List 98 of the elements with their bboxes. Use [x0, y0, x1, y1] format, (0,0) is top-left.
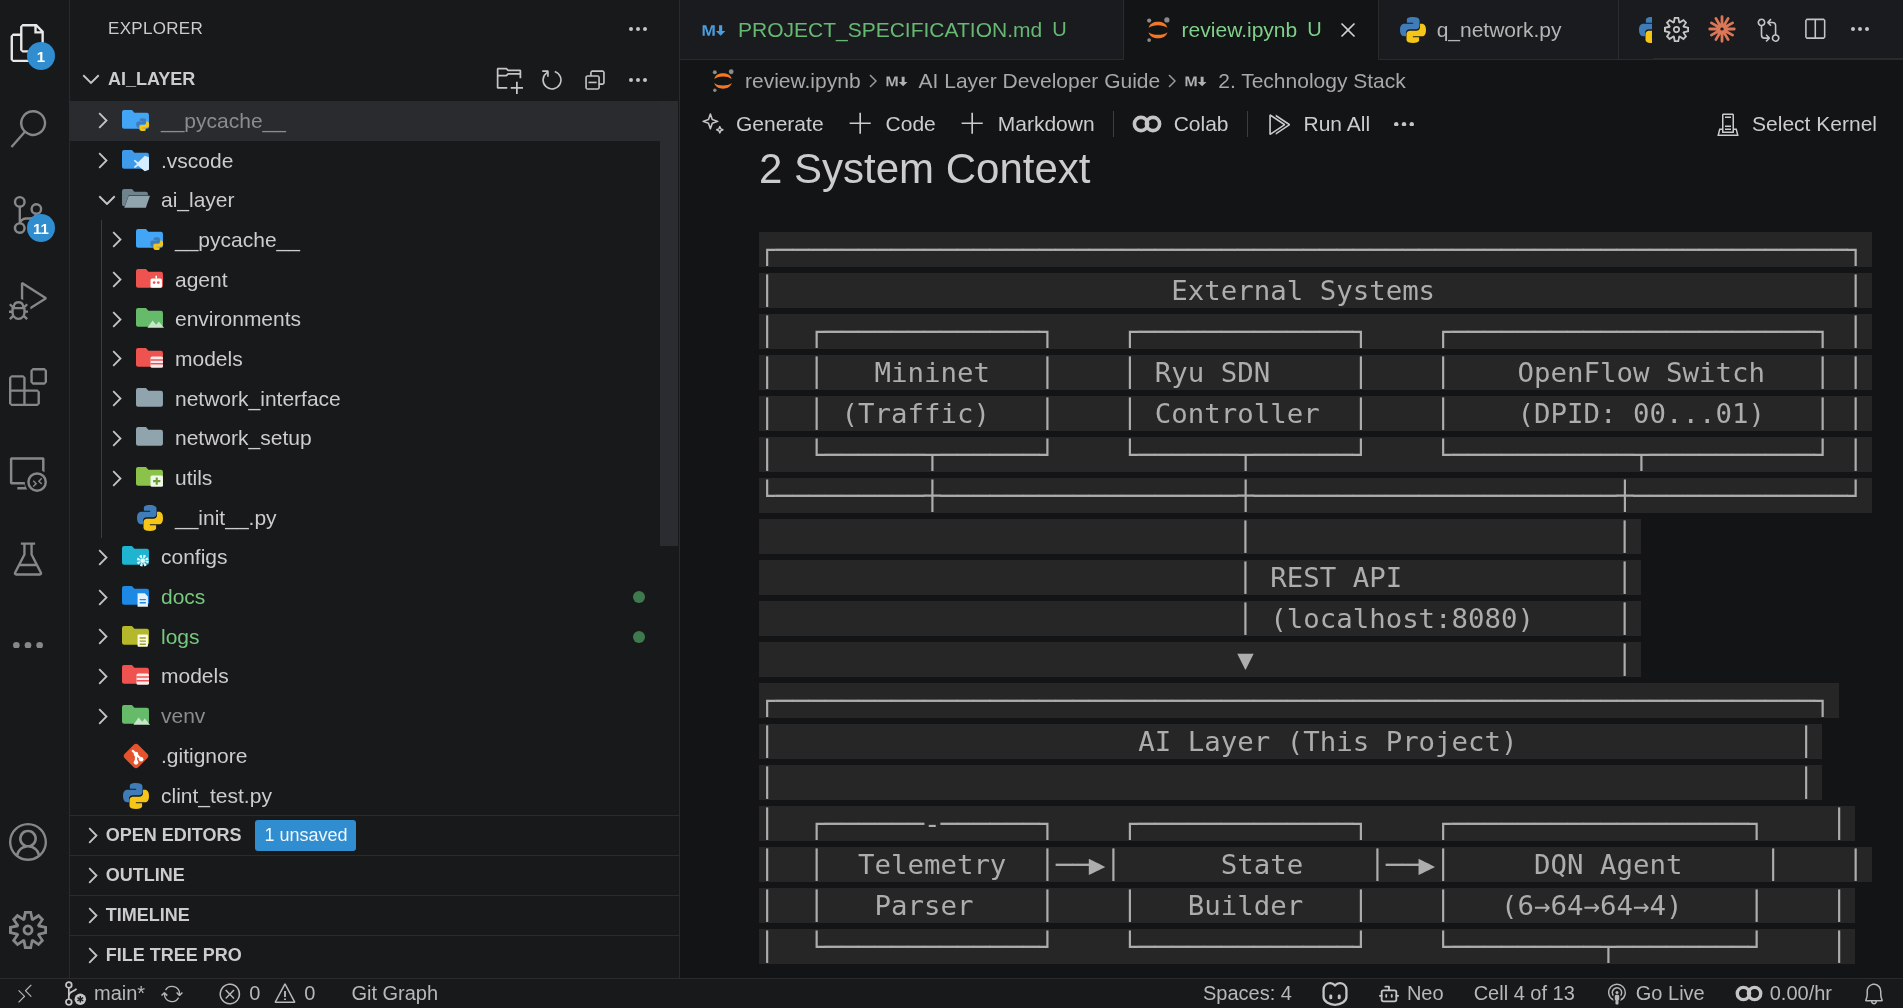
notebook-icon [711, 69, 735, 93]
folder-item[interactable]: .vscode [70, 140, 660, 181]
bell-icon [1862, 981, 1886, 1006]
agent-status-button[interactable]: Neo [1362, 979, 1459, 1008]
status-bar-item[interactable]: Cell 4 of 13 [1458, 979, 1590, 1008]
folder-header[interactable]: AI_LAYER [70, 58, 200, 101]
usage-status-button[interactable]: 0.00/hr [1719, 979, 1847, 1008]
folder-item[interactable]: network_setup [70, 418, 660, 459]
compare-icon [1755, 16, 1781, 42]
search-icon [9, 110, 47, 148]
source-control-button[interactable]: 11 [0, 172, 56, 258]
folder-item[interactable]: venv [70, 696, 660, 736]
plus-folder-icon [136, 467, 164, 490]
file-item[interactable]: .gitignore [70, 736, 660, 776]
python-icon [1399, 16, 1426, 43]
toolbar-button[interactable]: Run All [1253, 106, 1383, 142]
landscape-folder-icon [136, 308, 164, 331]
python-folder-icon [122, 109, 150, 132]
file-item[interactable]: clint_test.py [70, 775, 660, 816]
stack-folder-icon [136, 347, 164, 370]
python-folder-icon [136, 228, 164, 251]
status-bar-item[interactable]: Spaces: 4 [1187, 979, 1307, 1008]
sparkle-icon [702, 113, 724, 135]
section-header[interactable]: OPEN EDITORS 1 unsaved [70, 815, 679, 856]
settings-icon [1663, 16, 1689, 42]
new-folder-icon [494, 65, 523, 94]
python-icon [1638, 16, 1652, 43]
breadcrumb-item[interactable]: review.ipynb [711, 69, 861, 93]
monitor-remote-icon [9, 454, 47, 492]
more-icon [1851, 27, 1869, 31]
toolbar-button[interactable]: Markdown [947, 106, 1107, 142]
robot-folder-icon [136, 268, 164, 291]
folder-item[interactable]: environments [70, 299, 660, 340]
landscape-folder-icon [122, 705, 150, 728]
folder-icon [136, 387, 164, 410]
warning-icon [273, 981, 298, 1006]
section-header[interactable]: OUTLINE [70, 855, 679, 896]
folder-item[interactable]: configs [70, 537, 660, 578]
problems-button[interactable]: 0 0 [198, 979, 337, 1008]
stack-folder-icon [122, 665, 150, 688]
kernel-button[interactable]: Select Kernel [1704, 106, 1889, 142]
file-item[interactable]: __init__.py [70, 497, 660, 538]
more-icon [13, 641, 43, 649]
server-icon [1716, 112, 1741, 136]
extensions-icon [9, 368, 47, 406]
account-icon [9, 823, 47, 861]
branch-button[interactable]: main* [50, 979, 154, 1008]
unsaved-badge: 1 unsaved [255, 820, 357, 852]
editor-tab[interactable]: review.ipynb U [1123, 0, 1379, 60]
notebook-icon [1144, 16, 1171, 43]
linked-rings-icon [1131, 115, 1162, 133]
chevron-right-icon [868, 74, 877, 88]
folder-item[interactable]: logs [70, 616, 660, 657]
goggles-icon [1321, 981, 1348, 1006]
list-folder-icon [122, 625, 150, 648]
more-icon [628, 77, 647, 82]
bug-play-icon [9, 282, 47, 320]
folder-item[interactable]: models [70, 656, 660, 697]
section-header[interactable]: FILE TREE PRO [70, 935, 679, 976]
folder-item[interactable]: ai_layer [70, 180, 660, 221]
status-bar-item[interactable]: Git Graph [336, 979, 454, 1008]
linked-rings-icon [1734, 985, 1763, 1002]
python-icon [137, 504, 163, 531]
toolbar-button[interactable]: Colab [1119, 106, 1241, 142]
folder-item[interactable]: __pycache__ [70, 101, 660, 141]
notification-badge: 11 [27, 214, 55, 242]
chevron-right-icon [1168, 74, 1177, 88]
go-live-button[interactable]: Go Live [1589, 979, 1720, 1008]
explorer-button[interactable]: 1 [0, 0, 56, 86]
git-status-letter: U [1052, 18, 1067, 41]
cell-heading: 2 System Context [759, 146, 1091, 192]
plus-icon [959, 111, 986, 137]
starburst-icon [1708, 15, 1736, 43]
more-icon [628, 27, 647, 31]
document-folder-icon [122, 586, 150, 609]
warning-count: 0 [304, 982, 316, 1005]
plus-icon [847, 111, 874, 137]
breadcrumb-item[interactable]: AI Layer Developer Guide [884, 69, 1161, 93]
toolbar-button[interactable]: Code [835, 106, 948, 142]
code-folder-icon [122, 149, 150, 172]
sidebar-title: EXPLORER [108, 19, 203, 39]
breadcrumb-item[interactable]: 2. Technology Stack [1184, 69, 1406, 93]
more-icon [1394, 121, 1415, 127]
folder-item[interactable]: network_interface [70, 378, 660, 419]
folder-item[interactable]: utils [70, 458, 660, 498]
toolbar-button[interactable]: Generate [690, 106, 836, 142]
settings-icon [9, 911, 47, 949]
error-count: 0 [249, 982, 261, 1005]
gear-folder-icon [122, 546, 150, 569]
folder-item[interactable]: docs [70, 577, 660, 617]
section-header[interactable]: TIMELINE [70, 895, 679, 936]
folder-item[interactable]: agent [70, 259, 660, 300]
folder-item[interactable]: models [70, 339, 660, 379]
error-icon [218, 981, 243, 1006]
git-status-letter: U [1307, 18, 1322, 41]
folder-item[interactable]: __pycache__ [70, 220, 660, 260]
python-icon [123, 782, 149, 809]
notification-badge: 1 [27, 42, 55, 70]
